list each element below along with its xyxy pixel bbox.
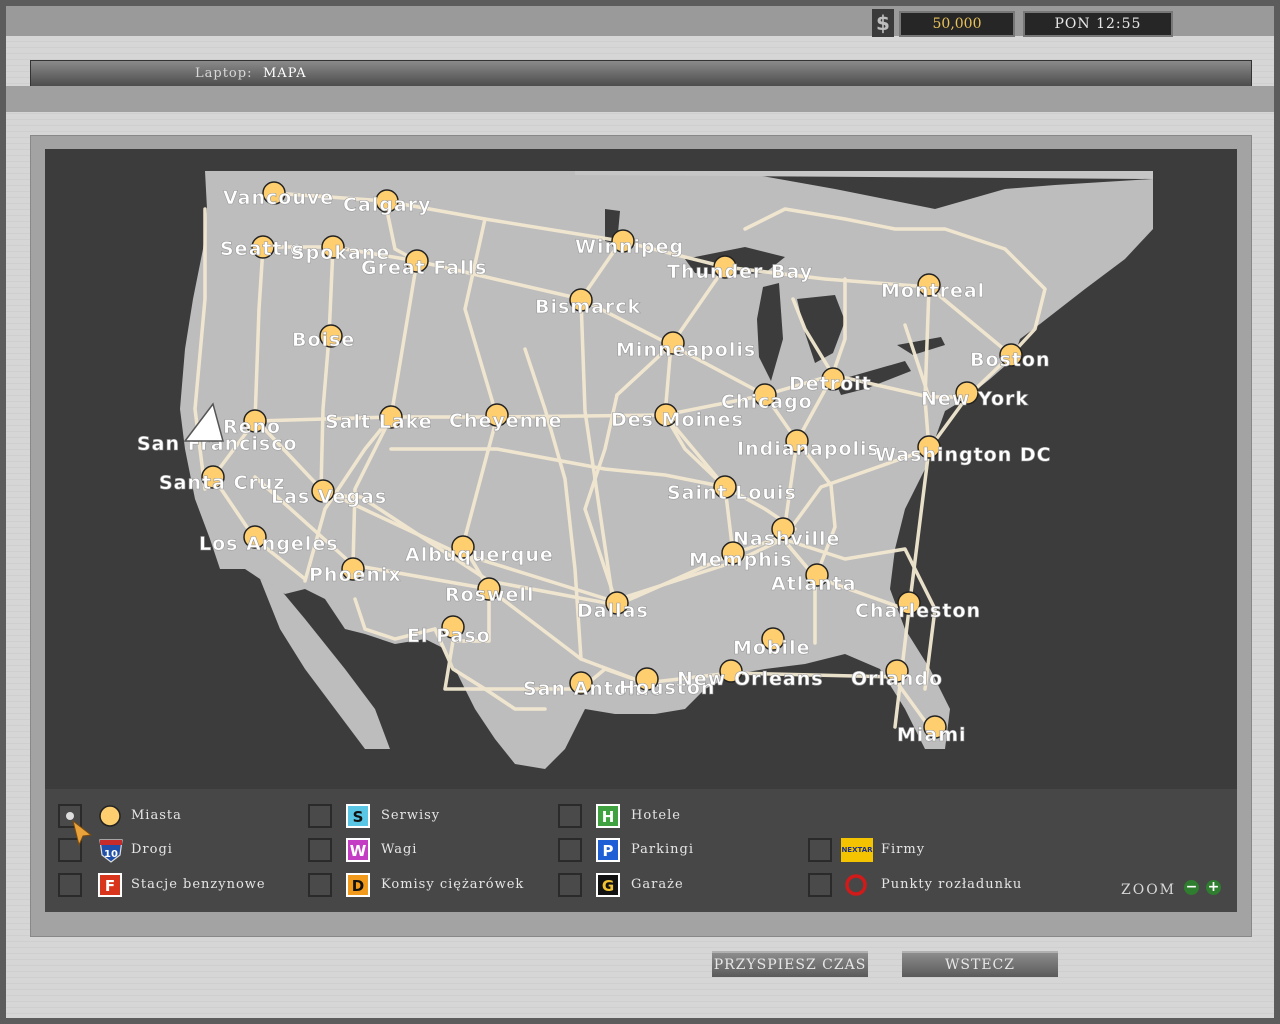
- legend-label-services: Serwisy: [381, 808, 441, 823]
- page-title: MAPA: [263, 66, 307, 81]
- city-label-new-orleans: New Orleans: [677, 668, 824, 690]
- city-label-charleston: Charleston: [855, 600, 981, 622]
- city-dot-icon: [98, 804, 122, 828]
- city-label-roswell: Roswell: [445, 584, 534, 606]
- map-screen: Vancouve Calgary Seattle Spokane Great Falls…: [45, 149, 1237, 912]
- legend-label-companies: Firmy: [881, 842, 926, 857]
- back-button[interactable]: WSTECZ: [902, 951, 1058, 977]
- city-label-great-falls: Great Falls: [361, 257, 487, 279]
- toggle-services-checkbox[interactable]: [308, 804, 332, 828]
- legend-label-garages: Garaże: [631, 877, 684, 892]
- legend-label-roads: Drogi: [131, 842, 173, 857]
- city-label-washington-dc: Washington DC: [875, 444, 1052, 466]
- toggle-weigh-stations-checkbox[interactable]: [308, 838, 332, 862]
- zoom-out-button[interactable]: −: [1184, 880, 1199, 895]
- svg-text:10: 10: [104, 849, 118, 860]
- city-label-el-paso: El Paso: [407, 625, 491, 647]
- city-label-nashville: Nashville: [733, 528, 840, 550]
- city-label-boston: Boston: [970, 349, 1051, 371]
- top-status-bar: $ 50,000 PON 12:55: [6, 6, 1274, 37]
- usa-map[interactable]: Vancouve CalgarySeattleSpokaneGreat Falls…: [45, 149, 1237, 789]
- city-label-mobile: Mobile: [733, 637, 810, 659]
- company-logo-icon: NEXTAR: [841, 838, 873, 862]
- city-label-memphis: Memphis: [689, 549, 793, 571]
- money-display: 50,000: [899, 11, 1015, 37]
- city-label-calgary: Calgary: [343, 194, 431, 216]
- city-label-dallas: Dallas: [577, 600, 649, 622]
- hotel-icon: H: [596, 804, 620, 828]
- city-label-salt-lake: Salt Lake: [325, 411, 433, 433]
- city-label-miami: Miami: [897, 724, 967, 746]
- header-band: [6, 86, 1274, 112]
- city-label-santa-cruz: Santa Cruz: [159, 472, 285, 494]
- city-label-orlando: Orlando: [851, 668, 943, 690]
- toggle-companies-checkbox[interactable]: [808, 838, 832, 862]
- zoom-in-button[interactable]: +: [1206, 880, 1221, 895]
- map-panel: Vancouve Calgary Seattle Spokane Great Falls…: [30, 135, 1252, 937]
- garage-icon: G: [596, 873, 620, 897]
- dollar-icon: $: [872, 9, 894, 37]
- city-label-las-vegas: Las Vegas: [271, 486, 387, 508]
- city-label-montreal: Montreal: [881, 280, 985, 302]
- legend-label-hotels: Hotele: [631, 808, 681, 823]
- game-clock: PON 12:55: [1023, 11, 1173, 37]
- weigh-station-icon: W: [346, 838, 370, 862]
- legend-label-truck-dealers: Komisy ciężarówek: [381, 877, 525, 892]
- city-label-new-york: New York: [921, 388, 1029, 410]
- city-label-bismarck: Bismarck: [535, 296, 641, 318]
- toggle-parking-checkbox[interactable]: [558, 838, 582, 862]
- toggle-unload-points-checkbox[interactable]: [808, 873, 832, 897]
- city-label-atlanta: Atlanta: [771, 573, 857, 595]
- city-label-los-angeles: Los Angeles: [199, 533, 339, 555]
- game-window: $ 50,000 PON 12:55 Laptop: MAPA Vancouve…: [6, 6, 1274, 1018]
- city-label-vancouver: Vancouve: [223, 187, 334, 209]
- legend-label-gas-stations: Stacje benzynowe: [131, 877, 266, 892]
- toggle-gas-stations-checkbox[interactable]: [58, 873, 82, 897]
- toggle-truck-dealers-checkbox[interactable]: [308, 873, 332, 897]
- parking-icon: P: [596, 838, 620, 862]
- city-label-cheyenne: Cheyenne: [449, 410, 563, 432]
- legend-label-parking: Parkingi: [631, 842, 695, 857]
- service-icon: S: [346, 804, 370, 828]
- speed-up-time-button[interactable]: PRZYSPIESZ CZAS: [712, 951, 868, 977]
- toggle-hotels-checkbox[interactable]: [558, 804, 582, 828]
- title-label: Laptop:: [195, 66, 253, 81]
- city-label-saint-louis: Saint Louis: [667, 482, 797, 504]
- gas-station-icon: F: [98, 873, 122, 897]
- city-label-winnipeg: Winnipeg: [575, 236, 684, 258]
- city-label-minneapolis: Minneapolis: [616, 339, 756, 361]
- city-label-thunder-bay: Thunder Bay: [667, 261, 813, 283]
- mouse-cursor-icon: [72, 819, 93, 847]
- laptop-title-bar: Laptop: MAPA: [30, 60, 1252, 88]
- truck-dealer-icon: D: [346, 873, 370, 897]
- toggle-garages-checkbox[interactable]: [558, 873, 582, 897]
- map-legend: Miasta 10 Drogi F Stacje benzynowe S Ser…: [45, 789, 1237, 912]
- city-label-albuquerque: Albuquerque: [405, 544, 554, 566]
- city-label-des-moines: Des Moines: [611, 409, 744, 431]
- zoom-label: ZOOM: [1121, 882, 1177, 898]
- city-label-indianapolis: Indianapolis: [737, 438, 880, 460]
- interstate-10-icon: 10: [98, 837, 123, 863]
- legend-label-unload-points: Punkty rozładunku: [881, 877, 1023, 892]
- legend-label-cities: Miasta: [131, 808, 182, 823]
- unload-point-icon: [844, 873, 868, 897]
- city-label-phoenix: Phoenix: [309, 564, 402, 586]
- legend-label-weigh-stations: Wagi: [381, 842, 418, 857]
- city-label-boise: Boise: [292, 329, 355, 351]
